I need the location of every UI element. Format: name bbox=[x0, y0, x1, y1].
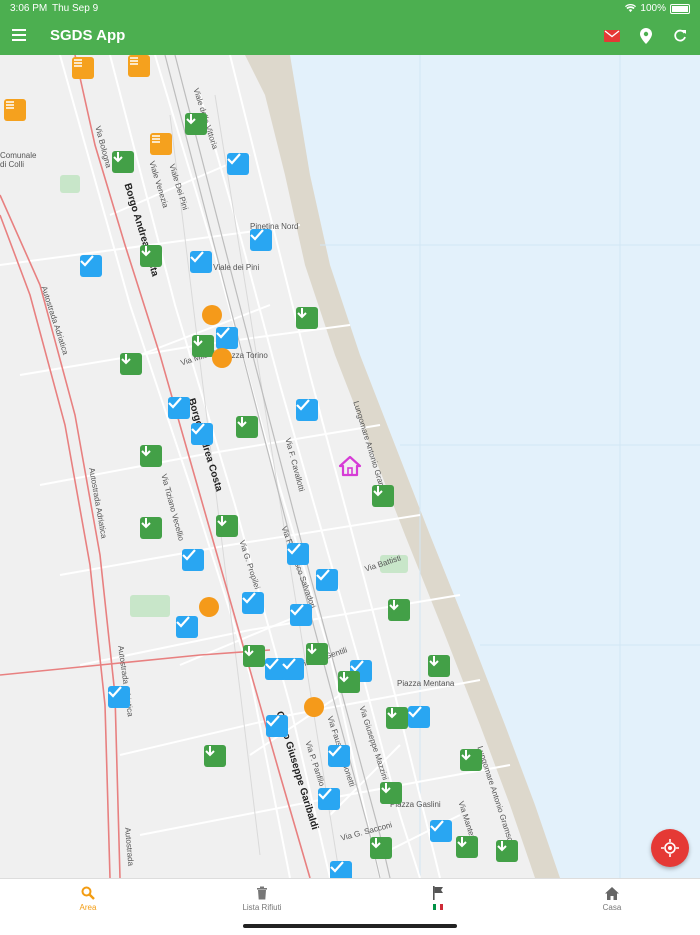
cluster-dot-marker[interactable] bbox=[212, 348, 232, 368]
pickup-marker[interactable] bbox=[112, 151, 134, 173]
tab-label: Casa bbox=[602, 903, 622, 912]
collected-marker[interactable] bbox=[80, 255, 102, 277]
app-bar: SGDS App bbox=[0, 17, 700, 55]
refresh-icon[interactable] bbox=[670, 26, 690, 46]
report-marker[interactable] bbox=[128, 55, 150, 77]
status-time: 3:06 PM bbox=[10, 3, 48, 14]
pickup-marker[interactable] bbox=[372, 485, 394, 507]
collected-marker[interactable] bbox=[430, 820, 452, 842]
collected-marker[interactable] bbox=[176, 616, 198, 638]
pickup-marker[interactable] bbox=[236, 416, 258, 438]
report-marker[interactable] bbox=[4, 99, 26, 121]
pickup-marker[interactable] bbox=[338, 671, 360, 693]
pickup-marker[interactable] bbox=[204, 745, 226, 767]
map-label: Piazza Mentana bbox=[397, 679, 455, 688]
collected-marker[interactable] bbox=[191, 423, 213, 445]
collected-marker[interactable] bbox=[408, 706, 430, 728]
tab-flag[interactable] bbox=[378, 885, 498, 912]
collected-marker[interactable] bbox=[330, 861, 352, 878]
search-icon bbox=[81, 886, 95, 900]
tab-area[interactable]: Area bbox=[28, 885, 148, 912]
pickup-marker[interactable] bbox=[243, 645, 265, 667]
menu-icon[interactable] bbox=[12, 29, 26, 41]
pickup-marker[interactable] bbox=[140, 245, 162, 267]
collected-marker[interactable] bbox=[216, 327, 238, 349]
pickup-marker[interactable] bbox=[296, 307, 318, 329]
location-pin-icon[interactable] bbox=[636, 26, 656, 46]
status-right: 100% bbox=[625, 3, 690, 14]
wifi-icon bbox=[625, 4, 637, 13]
mail-icon[interactable] bbox=[602, 26, 622, 46]
pickup-marker[interactable] bbox=[428, 655, 450, 677]
app-title: SGDS App bbox=[50, 27, 126, 44]
collected-marker[interactable] bbox=[266, 715, 288, 737]
home-indicator bbox=[243, 924, 457, 928]
status-date: Thu Sep 9 bbox=[52, 3, 99, 14]
pickup-marker[interactable] bbox=[185, 113, 207, 135]
italy-flag-icon bbox=[433, 904, 443, 910]
pickup-marker[interactable] bbox=[386, 707, 408, 729]
map-view[interactable]: Via Bologna Viale della Vittoria Borgo A… bbox=[0, 55, 700, 878]
collected-marker[interactable] bbox=[168, 397, 190, 419]
collected-marker[interactable] bbox=[287, 543, 309, 565]
pickup-marker[interactable] bbox=[306, 643, 328, 665]
pickup-marker[interactable] bbox=[140, 445, 162, 467]
collected-marker[interactable] bbox=[250, 229, 272, 251]
collected-marker[interactable] bbox=[108, 686, 130, 708]
pickup-marker[interactable] bbox=[216, 515, 238, 537]
report-marker[interactable] bbox=[150, 133, 172, 155]
pickup-marker[interactable] bbox=[192, 335, 214, 357]
collected-marker[interactable] bbox=[227, 153, 249, 175]
collected-marker[interactable] bbox=[328, 745, 350, 767]
pickup-marker[interactable] bbox=[120, 353, 142, 375]
battery-icon bbox=[670, 3, 690, 14]
battery-percentage: 100% bbox=[640, 3, 666, 14]
status-bar: 3:06 PM Thu Sep 9 100% bbox=[0, 0, 700, 17]
map-label: Comunale di Colli bbox=[0, 151, 37, 169]
collected-marker[interactable] bbox=[318, 788, 340, 810]
tab-label: Lista Rifiuti bbox=[242, 903, 282, 912]
app-actions bbox=[602, 26, 690, 46]
report-marker[interactable] bbox=[72, 57, 94, 79]
pickup-marker[interactable] bbox=[496, 840, 518, 862]
pickup-marker[interactable] bbox=[140, 517, 162, 539]
home-icon bbox=[605, 886, 619, 900]
pickup-marker[interactable] bbox=[460, 749, 482, 771]
collected-marker[interactable] bbox=[290, 604, 312, 626]
pickup-marker[interactable] bbox=[388, 599, 410, 621]
cluster-dot-marker[interactable] bbox=[199, 597, 219, 617]
cluster-dot-marker[interactable] bbox=[202, 305, 222, 325]
collected-marker[interactable] bbox=[182, 549, 204, 571]
collected-marker[interactable] bbox=[296, 399, 318, 421]
collected-marker[interactable] bbox=[282, 658, 304, 680]
trash-icon bbox=[257, 886, 267, 900]
pickup-marker[interactable] bbox=[370, 837, 392, 859]
my-location-button[interactable] bbox=[651, 829, 689, 867]
collected-marker[interactable] bbox=[316, 569, 338, 591]
tab-casa[interactable]: Casa bbox=[552, 885, 672, 912]
cluster-dot-marker[interactable] bbox=[304, 697, 324, 717]
pickup-marker[interactable] bbox=[456, 836, 478, 858]
pickup-marker[interactable] bbox=[380, 782, 402, 804]
crosshair-icon bbox=[661, 839, 679, 857]
flag-icon bbox=[433, 886, 443, 900]
collected-marker[interactable] bbox=[242, 592, 264, 614]
home-icon[interactable] bbox=[338, 455, 362, 477]
tab-lista-rifiuti[interactable]: Lista Rifiuti bbox=[202, 885, 322, 912]
collected-marker[interactable] bbox=[190, 251, 212, 273]
tab-label: Area bbox=[79, 903, 97, 912]
